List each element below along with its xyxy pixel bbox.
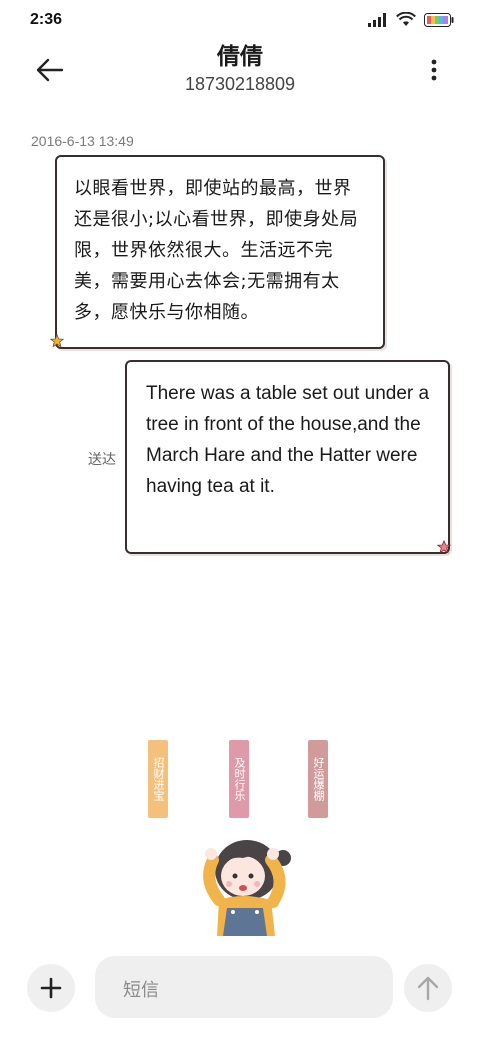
- girl-sticker-icon: [203, 840, 291, 936]
- delivery-status: 送达: [88, 452, 116, 468]
- outgoing-message-bubble[interactable]: There was a table set out under a tree i…: [125, 360, 450, 554]
- message-input[interactable]: 短信: [95, 956, 393, 1018]
- more-vertical-icon: [431, 59, 437, 81]
- message-text: 以眼看世界，即使站的最高，世界还是很小;以心看世界，即使身处局限，世界依然很大。…: [74, 178, 359, 323]
- message-input-placeholder: 短信: [123, 980, 159, 1001]
- star-decoration-icon: [50, 334, 64, 348]
- chat-sticker: 招财进宝 及时行乐 好运爆棚: [140, 735, 340, 940]
- contact-name: 倩倩: [217, 44, 263, 70]
- signal-icon: [368, 12, 386, 27]
- message-timestamp: 2016-6-13 13:49: [31, 133, 134, 149]
- sticker-banner: 好运爆棚: [308, 740, 328, 818]
- star-decoration-icon: [437, 540, 451, 554]
- message-text: There was a table set out under a tree i…: [146, 383, 430, 497]
- sticker-banner: 招财进宝: [148, 740, 168, 818]
- status-time: 2:36: [30, 11, 63, 28]
- wifi-icon: [396, 12, 416, 26]
- more-options-button[interactable]: [430, 58, 438, 82]
- incoming-message-bubble[interactable]: 以眼看世界，即使站的最高，世界还是很小;以心看世界，即使身处局限，世界依然很大。…: [55, 155, 385, 349]
- contact-number: 18730218809: [184, 74, 296, 94]
- status-bar: 2:36: [0, 0, 480, 40]
- arrow-up-icon: [417, 976, 439, 1001]
- title-block: 倩倩 18730218809: [0, 42, 480, 96]
- plus-icon: [40, 977, 62, 999]
- send-button[interactable]: [404, 964, 452, 1012]
- battery-icon: [424, 12, 454, 27]
- compose-bar: 短信: [0, 950, 480, 1030]
- conversation-header: 倩倩 18730218809: [0, 40, 480, 110]
- sticker-banner: 及时行乐: [229, 740, 249, 818]
- status-icons: [368, 12, 454, 27]
- add-attachment-button[interactable]: [27, 964, 75, 1012]
